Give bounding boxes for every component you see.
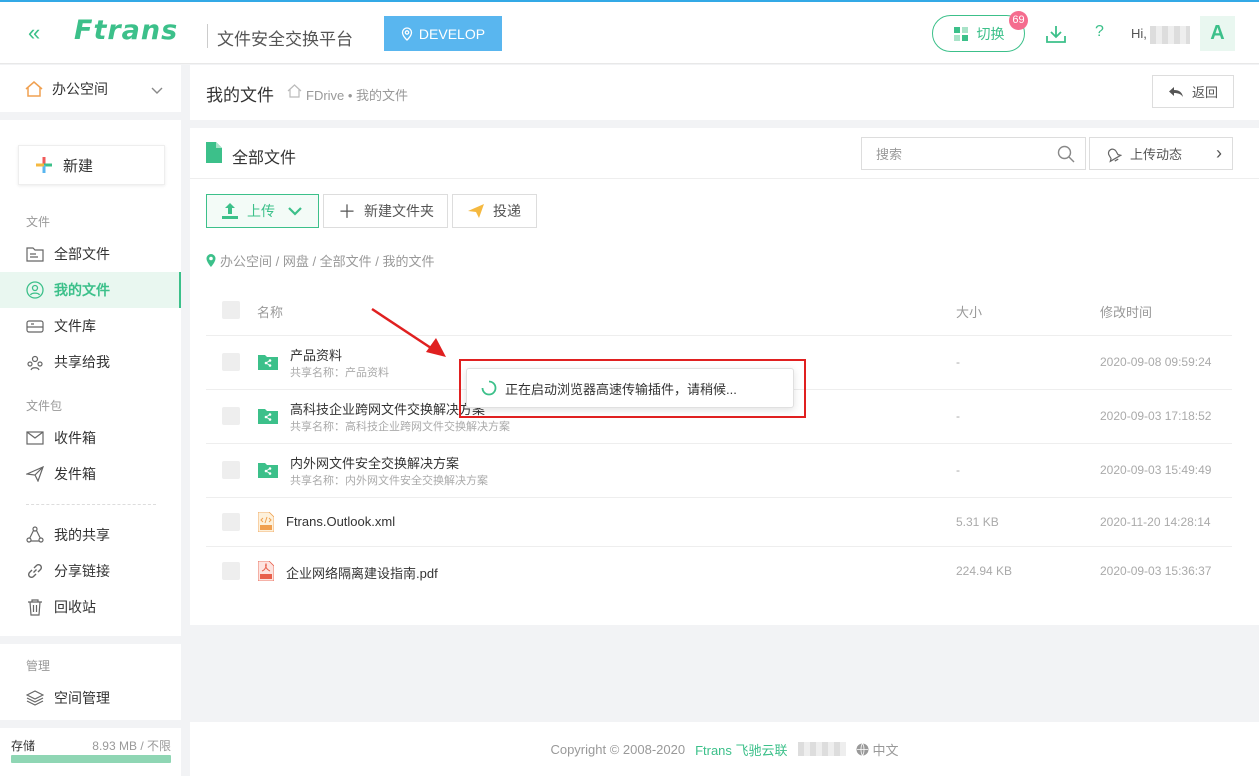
annotation-arrow (371, 307, 446, 357)
